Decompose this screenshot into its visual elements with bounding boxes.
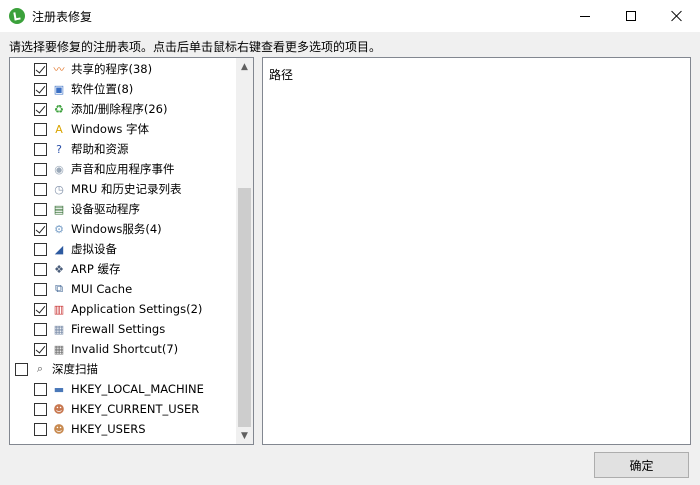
tree-item-label: 深度扫描 xyxy=(52,362,98,376)
tree-item-checkbox[interactable] xyxy=(34,242,47,256)
tree-item[interactable]: ◷ MRU 和历史记录列表 xyxy=(34,179,182,199)
tree-item[interactable]: ☻ HKEY_CURRENT_USER xyxy=(34,399,199,419)
window-title: 注册表修复 xyxy=(32,10,93,24)
instruction-text: 请选择要修复的注册表项。点击后单击鼠标右键查看更多选项的项目。 xyxy=(9,40,382,54)
tree-item-checkbox[interactable] xyxy=(34,382,47,396)
tree-item[interactable]: ◉ 声音和应用程序事件 xyxy=(34,159,175,179)
tree-item[interactable]: ❖ ARP 缓存 xyxy=(34,259,120,279)
tree-item[interactable]: ▦ Invalid Shortcut(7) xyxy=(34,339,178,359)
detail-panel: 路径 xyxy=(262,57,691,445)
scroll-down-arrow-icon[interactable]: ▼ xyxy=(236,427,253,444)
maximize-icon xyxy=(626,11,636,21)
tree-item-checkbox[interactable] xyxy=(34,342,47,356)
tree-item[interactable]: ♻ 添加/删除程序(26) xyxy=(34,99,167,119)
tree-item[interactable]: 〰共享的程序(38) xyxy=(34,59,152,79)
software-location-icon: ▣ xyxy=(53,82,65,96)
computer-icon: ▬ xyxy=(53,382,65,396)
tree-item-checkbox[interactable] xyxy=(34,402,47,416)
tree-item-label: 声音和应用程序事件 xyxy=(71,162,175,176)
tree-item-label: MUI Cache xyxy=(71,282,133,296)
tree-item-label: 虚拟设备 xyxy=(71,242,117,256)
tree-item-label: HKEY_USERS xyxy=(71,422,146,436)
history-icon: ◷ xyxy=(54,182,64,196)
users-icon: ☻ xyxy=(53,422,65,436)
tree-item-label: 帮助和资源 xyxy=(71,142,129,156)
tree-item-label: 软件位置(8) xyxy=(71,82,134,96)
tree-item-label: HKEY_CURRENT_USER xyxy=(71,402,200,416)
tree-item-label: Invalid Shortcut(7) xyxy=(71,342,179,356)
driver-icon: ▤ xyxy=(53,202,65,216)
shared-program-icon: 〰 xyxy=(53,63,65,76)
sound-icon: ◉ xyxy=(54,162,64,176)
close-button[interactable] xyxy=(654,0,700,32)
path-label: 路径 xyxy=(269,68,294,82)
magnifier-icon: ⌕ xyxy=(36,362,44,375)
registry-tree[interactable]: 〰共享的程序(38) ▣ 软件位置(8) ♻ 添加/删除程序(26) A Windows 字… xyxy=(9,57,254,445)
tree-item-label: 共享的程序(38) xyxy=(71,62,153,76)
tree-item[interactable]: ◢ 虚拟设备 xyxy=(34,239,117,259)
tree-item[interactable]: ⚙ Windows服务(4) xyxy=(34,219,162,239)
tree-item[interactable]: ▤ 设备驱动程序 xyxy=(34,199,140,219)
tree-item-checkbox[interactable] xyxy=(34,302,47,316)
minimize-icon xyxy=(580,15,590,17)
tree-item-label: ARP 缓存 xyxy=(71,262,121,276)
tree-item[interactable]: ▦ Firewall Settings xyxy=(34,319,165,339)
tree-item[interactable]: ? 帮助和资源 xyxy=(34,139,129,159)
close-icon xyxy=(671,10,683,22)
tree-item-checkbox[interactable] xyxy=(34,162,47,176)
tree-item-checkbox[interactable] xyxy=(34,142,47,156)
tree-item-checkbox[interactable] xyxy=(34,62,47,76)
tree-item-label: Windows服务(4) xyxy=(71,222,162,236)
services-icon: ⚙ xyxy=(54,222,64,236)
ok-button[interactable]: 确定 xyxy=(594,452,689,478)
tree-item[interactable]: ▥ Application Settings(2) xyxy=(34,299,202,319)
tree-item-checkbox[interactable] xyxy=(34,262,47,276)
shortcut-icon: ▦ xyxy=(53,342,65,356)
scrollbar-thumb[interactable] xyxy=(238,188,251,427)
tree-item-label: Windows 字体 xyxy=(71,122,149,136)
tree-item-label: Firewall Settings xyxy=(71,322,166,336)
tree-item-checkbox[interactable] xyxy=(34,202,47,216)
virtual-device-icon: ◢ xyxy=(54,242,64,256)
tree-item[interactable]: ▬ HKEY_LOCAL_MACHINE xyxy=(34,379,204,399)
tree-item-checkbox[interactable] xyxy=(34,182,47,196)
tree-item-checkbox[interactable] xyxy=(15,362,28,376)
tree-item-label: HKEY_LOCAL_MACHINE xyxy=(71,382,204,396)
tree-item-label: 设备驱动程序 xyxy=(71,202,140,216)
tree-item[interactable]: ⧉ MUI Cache xyxy=(34,279,132,299)
tree-item-checkbox[interactable] xyxy=(34,82,47,96)
firewall-icon: ▦ xyxy=(53,322,65,336)
minimize-button[interactable] xyxy=(562,0,608,32)
tree-item-label: 添加/删除程序(26) xyxy=(71,102,168,116)
tree-item-checkbox[interactable] xyxy=(34,102,47,116)
tree-item[interactable]: ▣ 软件位置(8) xyxy=(34,79,133,99)
font-icon: A xyxy=(55,122,63,136)
arp-cache-icon: ❖ xyxy=(54,262,64,276)
tree-item-checkbox[interactable] xyxy=(34,122,47,136)
tree-item-label: MRU 和历史记录列表 xyxy=(71,182,182,196)
tree-scrollbar[interactable]: ▲ ▼ xyxy=(236,58,253,444)
tree-item-label: Application Settings(2) xyxy=(71,302,203,316)
user-icon: ☻ xyxy=(53,402,65,416)
tree-item-checkbox[interactable] xyxy=(34,282,47,296)
tree-item-checkbox[interactable] xyxy=(34,422,47,436)
scroll-up-arrow-icon[interactable]: ▲ xyxy=(236,58,253,75)
recycle-icon: ♻ xyxy=(54,102,64,116)
maximize-button[interactable] xyxy=(608,0,654,32)
tree-item[interactable]: ☻ HKEY_USERS xyxy=(34,419,146,439)
app-settings-icon: ▥ xyxy=(53,302,65,316)
tree-item[interactable]: A Windows 字体 xyxy=(34,119,149,139)
tree-item[interactable]: ⌕ 深度扫描 xyxy=(15,359,98,379)
app-icon xyxy=(9,8,25,24)
help-icon: ? xyxy=(56,142,62,156)
title-bar: 注册表修复 xyxy=(0,0,700,32)
mui-cache-icon: ⧉ xyxy=(55,282,63,295)
tree-item-checkbox[interactable] xyxy=(34,222,47,236)
tree-item-checkbox[interactable] xyxy=(34,322,47,336)
